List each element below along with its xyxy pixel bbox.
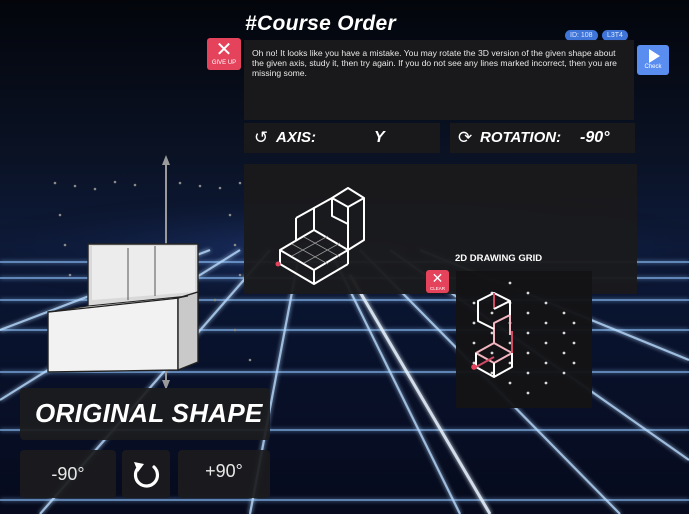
original-shape-label-panel: ORIGINAL SHAPE [20,388,270,440]
clear-grid-button[interactable]: ✕ CLEAR [426,270,449,293]
axis-value: Y [374,129,385,146]
play-icon [649,49,660,63]
rotate-icon: ↺ [254,128,269,148]
rotate-plus-90-button[interactable]: +90° [178,450,270,498]
isometric-dot-grid[interactable] [456,271,592,408]
rotate-plus-label: +90° [205,461,243,481]
page-title: #Course Order [245,12,396,35]
give-up-button[interactable]: ✕ GIVE UP [207,38,241,70]
sync-icon: ⟳ [458,128,473,148]
rotation-value: -90° [580,129,610,146]
check-button[interactable]: Check [637,45,669,75]
rotate-minus-90-button[interactable]: -90° [20,450,116,498]
reset-icon [133,462,160,488]
rotation-label: ROTATION: [480,129,562,146]
axis-panel: ↺ AXIS: Y [244,123,440,153]
close-icon: ✕ [431,271,444,287]
give-up-label: GIVE UP [211,60,237,66]
feedback-panel: Oh no! It looks like you have a mistake.… [244,40,634,120]
axis-label: AXIS: [276,129,317,146]
drawing-grid-title: 2D DRAWING GRID [455,253,543,264]
clear-grid-label: CLEAR [429,286,445,291]
feedback-message: Oh no! It looks like you have a mistake.… [252,48,617,78]
rotate-minus-label: -90° [51,464,85,484]
check-label: Check [644,64,662,70]
close-icon: ✕ [215,37,233,61]
reset-rotation-button[interactable] [122,450,170,498]
drawing-grid-panel[interactable] [456,271,592,408]
original-shape-label: ORIGINAL SHAPE [35,398,263,428]
vr-scene: #Course Order ID: 108 L3T4 Oh no! It loo… [0,0,689,514]
rotation-panel: ⟳ ROTATION: -90° [450,123,635,153]
